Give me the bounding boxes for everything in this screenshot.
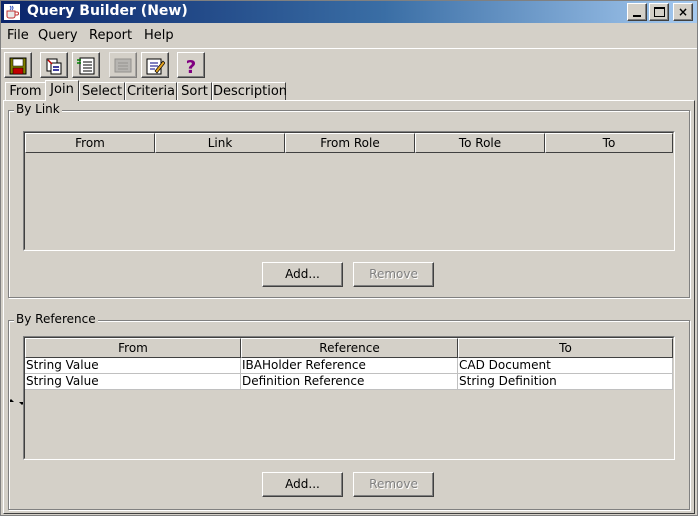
row-cell-to: String Definition (458, 374, 673, 390)
by-link-col-from-role[interactable]: From Role (285, 133, 415, 153)
menu-file[interactable]: File (7, 28, 29, 43)
table-row[interactable]: String Value IBAHolder Reference CAD Doc… (25, 358, 673, 374)
minimize-button[interactable] (627, 3, 647, 21)
run-report-button[interactable] (109, 52, 137, 78)
close-icon: × (677, 5, 689, 19)
by-reference-table-body: From Reference To String Value IBAHolder… (24, 337, 674, 459)
list-icon (77, 57, 95, 75)
by-reference-remove-button[interactable]: Remove (353, 472, 434, 497)
by-reference-title: By Reference (14, 312, 98, 326)
edit-button[interactable] (141, 52, 169, 78)
new-query-button[interactable] (40, 52, 68, 78)
list-button[interactable] (72, 52, 100, 78)
row-cell-from: String Value (25, 374, 241, 390)
menu-report[interactable]: Report (89, 28, 132, 43)
row-cell-reference: IBAHolder Reference (241, 358, 458, 374)
minimize-icon (633, 15, 641, 17)
menu-help[interactable]: Help (144, 28, 174, 43)
by-link-add-button[interactable]: Add... (262, 262, 343, 287)
tab-join[interactable]: Join (45, 80, 79, 101)
by-link-table-body: From Link From Role To Role To (24, 132, 674, 250)
toolbar: ? (1, 48, 697, 78)
run-report-icon (114, 58, 132, 73)
by-link-table[interactable]: From Link From Role To Role To (23, 131, 675, 251)
svg-text:?: ? (186, 57, 196, 76)
tab-description[interactable]: Description (212, 82, 287, 101)
by-reference-add-button[interactable]: Add... (262, 472, 343, 497)
close-button[interactable]: × (673, 3, 693, 21)
join-tab-panel: By Link From Link From Role To Role To A… (3, 100, 695, 514)
by-reference-col-reference[interactable]: Reference (241, 338, 458, 358)
save-icon (9, 57, 27, 75)
maximize-icon (654, 7, 665, 17)
by-link-group: By Link From Link From Role To Role To A… (8, 102, 690, 298)
menu-bar: File Query Report Help (1, 25, 697, 47)
tab-sort[interactable]: Sort (177, 82, 212, 101)
tab-from[interactable]: From (5, 82, 46, 101)
table-row[interactable]: String Value Definition Reference String… (25, 374, 673, 390)
row-cell-to: CAD Document (458, 358, 673, 374)
by-link-col-to[interactable]: To (545, 133, 673, 153)
edit-icon (146, 58, 165, 75)
by-link-remove-button[interactable]: Remove (353, 262, 434, 287)
java-cup-icon (4, 4, 20, 20)
save-button[interactable] (4, 52, 32, 78)
maximize-button[interactable] (649, 3, 669, 21)
by-link-title: By Link (14, 102, 62, 116)
help-button[interactable]: ? (177, 52, 205, 78)
row-cell-from: String Value (25, 358, 241, 374)
window-title: Query Builder (New) (27, 3, 188, 19)
by-link-col-link[interactable]: Link (155, 133, 285, 153)
menu-query[interactable]: Query (38, 28, 78, 43)
tab-select[interactable]: Select (79, 82, 125, 101)
title-bar[interactable]: Query Builder (New) × (1, 1, 697, 23)
row-cell-reference: Definition Reference (241, 374, 458, 390)
by-reference-group: By Reference From Reference To String Va… (8, 312, 690, 510)
new-query-icon (46, 58, 62, 75)
by-reference-col-from[interactable]: From (25, 338, 241, 358)
by-reference-table[interactable]: From Reference To String Value IBAHolder… (23, 336, 675, 460)
tab-criteria[interactable]: Criteria (125, 82, 177, 101)
by-link-col-from[interactable]: From (25, 133, 155, 153)
by-reference-col-to[interactable]: To (458, 338, 673, 358)
by-link-col-to-role[interactable]: To Role (415, 133, 545, 153)
query-builder-window: Query Builder (New) × File Query Report … (0, 0, 698, 516)
help-icon: ? (186, 57, 196, 76)
